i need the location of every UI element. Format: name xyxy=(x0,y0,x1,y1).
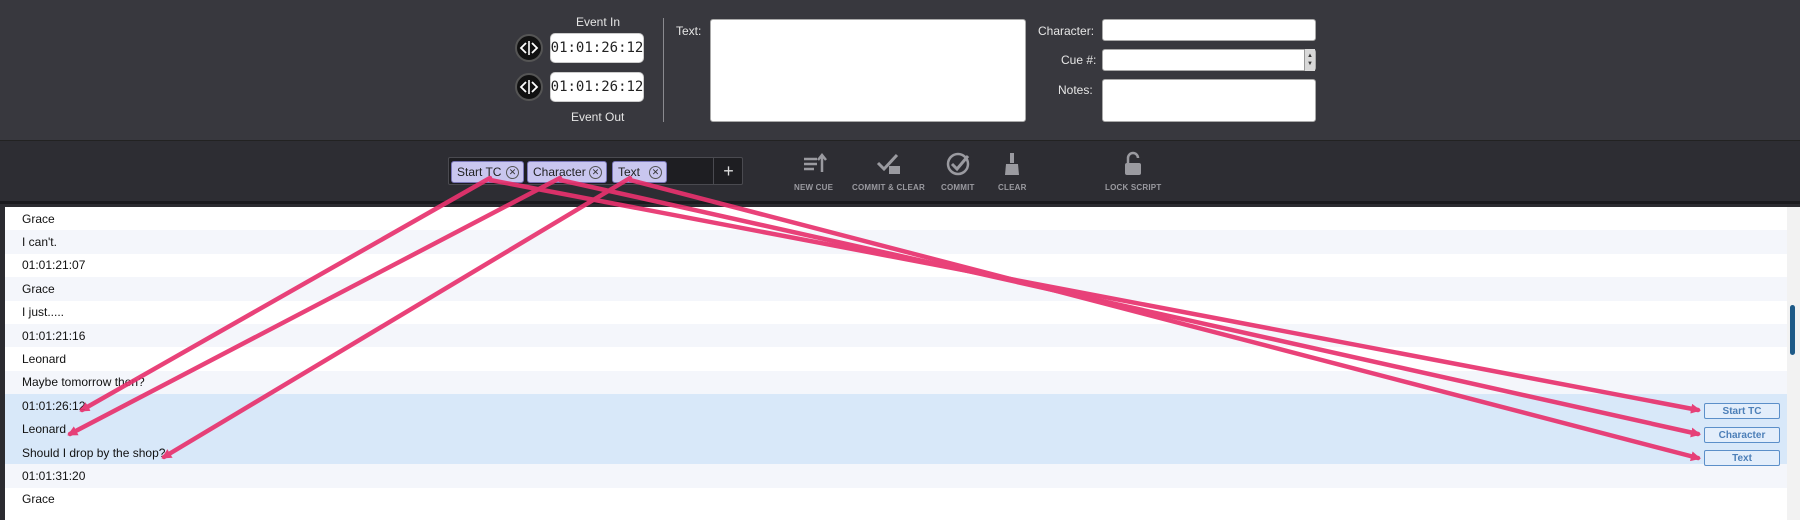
text-label: Text: xyxy=(676,24,702,38)
script-list[interactable]: Grace I can't. 01:01:21:07 Grace I just.....… xyxy=(5,207,1787,520)
script-row[interactable]: Maybe tomorrow then? xyxy=(5,370,1787,395)
script-row[interactable]: Grace xyxy=(5,207,1787,230)
token-start-tc[interactable]: Start TC ✕ xyxy=(451,161,524,183)
character-label: Character: xyxy=(1038,24,1095,38)
remove-token-icon[interactable]: ✕ xyxy=(506,166,519,179)
script-row[interactable]: 01:01:21:16 xyxy=(5,324,1787,348)
chevron-up-icon: ▲ xyxy=(1307,53,1313,59)
plus-icon: + xyxy=(723,160,734,181)
commit-button[interactable]: COMMIT xyxy=(941,150,975,192)
token-label: Start TC xyxy=(457,165,502,179)
unlock-icon xyxy=(1125,151,1142,175)
event-out-timecode[interactable]: 01:01:26:12 xyxy=(550,72,644,102)
script-row[interactable]: 01:01:31:20 xyxy=(5,464,1787,488)
notes-label: Notes: xyxy=(1058,83,1093,97)
chevron-down-icon: ▼ xyxy=(1307,61,1313,67)
text-field[interactable] xyxy=(710,19,1026,122)
script-row[interactable]: I just..... xyxy=(5,301,1787,324)
row-tag-start-tc[interactable]: Start TC xyxy=(1704,403,1780,419)
token-character[interactable]: Character ✕ xyxy=(527,161,607,183)
split-arrows-icon xyxy=(519,41,539,55)
scroll-thumb[interactable] xyxy=(1790,305,1795,355)
event-in-capture-button[interactable] xyxy=(515,34,543,62)
split-arrows-icon xyxy=(519,80,539,94)
cue-number-field[interactable] xyxy=(1102,49,1316,71)
cue-number-stepper[interactable]: ▲ ▼ xyxy=(1304,49,1315,71)
row-tag-text[interactable]: Text xyxy=(1704,450,1780,466)
notes-field[interactable] xyxy=(1102,79,1316,122)
script-row[interactable]: Leonard xyxy=(5,347,1787,370)
script-scrollbar[interactable] xyxy=(1787,207,1800,520)
cue-number-label: Cue #: xyxy=(1061,53,1097,67)
event-in-label: Event In xyxy=(576,15,621,29)
script-row[interactable]: Leonard xyxy=(5,417,1787,441)
new-cue-button[interactable]: NEW CUE xyxy=(794,150,833,192)
remove-token-icon[interactable]: ✕ xyxy=(649,166,662,179)
script-row[interactable]: I can't. xyxy=(5,230,1787,254)
token-text[interactable]: Text ✕ xyxy=(612,161,667,183)
row-tag-character[interactable]: Character xyxy=(1704,427,1780,443)
script-row[interactable]: 01:01:26:12 xyxy=(5,394,1787,418)
divider xyxy=(663,18,664,122)
clear-label: CLEAR xyxy=(998,183,1027,192)
commit-clear-label: COMMIT & CLEAR xyxy=(852,183,926,192)
lock-script-label: LOCK SCRIPT xyxy=(1105,183,1162,192)
commit-and-clear-button[interactable]: COMMIT & CLEAR xyxy=(852,150,925,192)
check-circle-icon xyxy=(946,152,970,176)
new-cue-label: NEW CUE xyxy=(794,183,834,192)
remove-token-icon[interactable]: ✕ xyxy=(589,166,602,179)
script-row[interactable]: 01:01:21:07 xyxy=(5,254,1787,277)
add-token-button[interactable]: + xyxy=(713,157,743,185)
token-label: Text xyxy=(618,165,641,179)
token-label: Character xyxy=(533,165,586,179)
new-cue-icon xyxy=(803,152,827,172)
lock-script-button[interactable]: LOCK SCRIPT xyxy=(1105,150,1161,192)
script-row[interactable]: Grace xyxy=(5,488,1787,511)
event-out-capture-button[interactable] xyxy=(515,73,543,101)
broom-icon xyxy=(1005,153,1020,175)
script-row[interactable]: Should I drop by the shop? xyxy=(5,441,1787,465)
cue-editor-panel: Event In 01:01:26:12 01:01:26:12 Event O… xyxy=(0,0,1800,140)
commit-label: COMMIT xyxy=(941,183,975,192)
event-in-timecode[interactable]: 01:01:26:12 xyxy=(550,33,644,63)
commit-clear-icon xyxy=(876,153,900,174)
character-field[interactable] xyxy=(1102,19,1316,41)
script-row[interactable]: Grace xyxy=(5,277,1787,301)
clear-button[interactable]: CLEAR xyxy=(998,150,1027,192)
event-out-label: Event Out xyxy=(571,110,625,124)
